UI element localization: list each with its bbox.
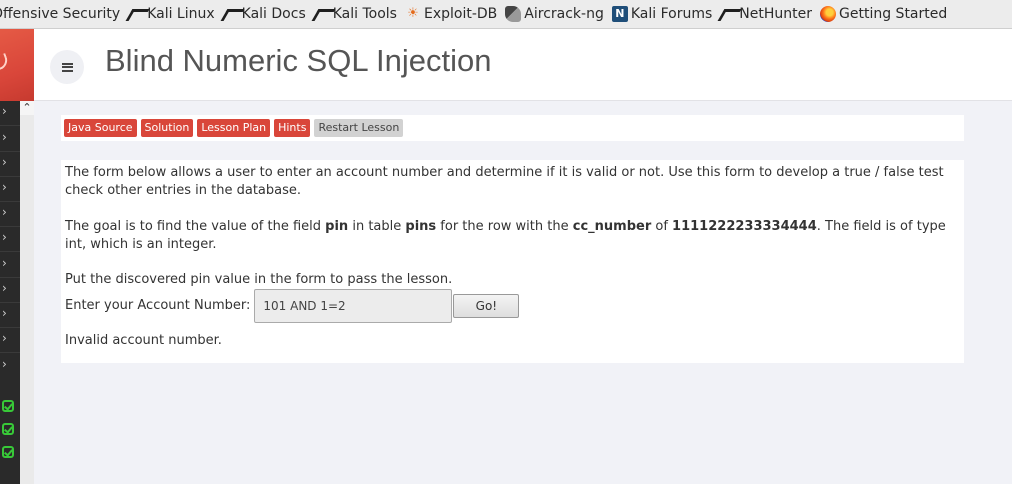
- hamburger-icon: [61, 62, 73, 72]
- page-header: Blind Numeric SQL Injection: [34, 29, 1012, 101]
- kali-dragon-icon: [314, 6, 330, 22]
- bookmark-label: Kali Docs: [241, 6, 306, 22]
- goal-text: in table: [348, 219, 406, 234]
- goal-column: cc_number: [572, 219, 652, 234]
- bookmark-label: Aircrack-ng: [524, 6, 604, 22]
- firefox-icon: [820, 6, 837, 22]
- sidebar-item-6-chevron-icon[interactable]: ›: [2, 229, 18, 245]
- bookmark-kali-forums[interactable]: N Kali Forums: [611, 6, 713, 22]
- exploit-db-icon: ☀: [407, 6, 419, 21]
- go-button[interactable]: Go!: [453, 294, 520, 318]
- bookmark-offensive-security[interactable]: Offensive Security: [0, 6, 120, 22]
- result-message: Invalid account number.: [65, 333, 222, 348]
- kali-dragon-icon: [128, 6, 144, 22]
- sidebar-item-9-chevron-icon[interactable]: ›: [2, 305, 18, 321]
- bookmark-nethunter[interactable]: NetHunter: [720, 6, 812, 22]
- bookmark-label: Kali Linux: [147, 6, 215, 22]
- sidebar-item-1-chevron-icon[interactable]: ›: [2, 103, 18, 119]
- sidebar-divider: [0, 151, 20, 152]
- lesson-plan-button[interactable]: Lesson Plan: [197, 119, 271, 137]
- sidebar-divider: [0, 352, 20, 353]
- goal-text: The goal is to find the value of the fie…: [65, 219, 326, 234]
- account-number-label: Enter your Account Number:: [65, 298, 251, 313]
- aircrack-icon: [505, 6, 522, 22]
- sidebar-divider: [0, 125, 20, 126]
- lesson-instruction: Put the discovered pin value in the form…: [65, 272, 453, 287]
- bookmark-label: Kali Forums: [630, 6, 713, 22]
- lesson-intro: The form below allows a user to enter an…: [65, 165, 944, 198]
- solution-button[interactable]: Solution: [140, 119, 194, 137]
- bookmark-label: Getting Started: [839, 6, 948, 22]
- completed-check-icon: [2, 400, 14, 412]
- kali-dragon-icon: [720, 6, 736, 22]
- goal-value: 1111222233334444: [672, 219, 817, 234]
- goal-table: pins: [405, 219, 437, 234]
- bookmark-kali-tools[interactable]: Kali Tools: [314, 6, 397, 22]
- sidebar-item-4-chevron-icon[interactable]: ›: [2, 179, 18, 195]
- sidebar-divider: [0, 226, 20, 227]
- goal-text: of: [651, 219, 673, 234]
- bookmark-aircrack-ng[interactable]: Aircrack-ng: [505, 6, 604, 22]
- bookmark-exploit-db[interactable]: ☀ Exploit-DB: [405, 6, 497, 22]
- bookmark-label: NetHunter: [739, 6, 813, 22]
- webgoat-logo[interactable]: [0, 29, 34, 101]
- sidebar-scroll-track: [20, 101, 34, 484]
- sidebar-item-5-chevron-icon[interactable]: ›: [2, 204, 18, 220]
- menu-toggle-button[interactable]: [50, 50, 84, 84]
- bookmark-getting-started[interactable]: Getting Started: [820, 6, 947, 22]
- bookmark-label: Kali Tools: [332, 6, 397, 22]
- hints-button[interactable]: Hints: [274, 119, 311, 137]
- bookmark-kali-linux[interactable]: Kali Linux: [128, 6, 214, 22]
- bookmark-label: Exploit-DB: [423, 6, 498, 22]
- sidebar-divider: [0, 302, 20, 303]
- java-source-button[interactable]: Java Source: [64, 119, 137, 137]
- bookmark-label: Offensive Security: [0, 6, 121, 22]
- sidebar-item-8-chevron-icon[interactable]: ›: [2, 280, 18, 296]
- lesson-goal: The goal is to find the value of the fie…: [65, 218, 963, 254]
- sidebar-item-11-chevron-icon[interactable]: ›: [2, 356, 18, 372]
- sidebar-divider: [0, 327, 20, 328]
- kali-dragon-icon: [223, 6, 239, 22]
- sidebar-item-2-chevron-icon[interactable]: ›: [2, 129, 18, 145]
- logo-mark: [0, 53, 10, 71]
- kali-forums-icon: N: [611, 6, 628, 22]
- page-title: Blind Numeric SQL Injection: [105, 43, 492, 78]
- sidebar-divider: [0, 251, 20, 252]
- bookmark-kali-docs[interactable]: Kali Docs: [223, 6, 306, 22]
- lesson-content: The form below allows a user to enter an…: [61, 160, 964, 363]
- account-form: Enter your Account Number: Go!: [65, 289, 520, 323]
- sidebar-divider: [0, 277, 20, 278]
- account-number-input[interactable]: [254, 289, 453, 323]
- goal-field: pin: [325, 219, 349, 234]
- lesson-menu: Java Source Solution Lesson Plan Hints R…: [61, 115, 964, 141]
- sidebar-item-3-chevron-icon[interactable]: ›: [2, 154, 18, 170]
- sidebar-item-10-chevron-icon[interactable]: ›: [2, 330, 18, 346]
- goal-text: for the row with the: [436, 219, 573, 234]
- completed-check-icon: [2, 446, 14, 458]
- sidebar-divider: [0, 176, 20, 177]
- bookmarks-bar: Offensive Security Kali Linux Kali Docs …: [0, 0, 1012, 29]
- collapse-up-icon[interactable]: ⌃: [20, 101, 34, 115]
- sidebar-divider: [0, 201, 20, 202]
- completed-check-icon: [2, 423, 14, 435]
- sidebar-item-7-chevron-icon[interactable]: ›: [2, 255, 18, 271]
- sidebar: ⌃ › › › › › › › › › › ›: [0, 29, 34, 484]
- restart-lesson-button[interactable]: Restart Lesson: [314, 119, 404, 137]
